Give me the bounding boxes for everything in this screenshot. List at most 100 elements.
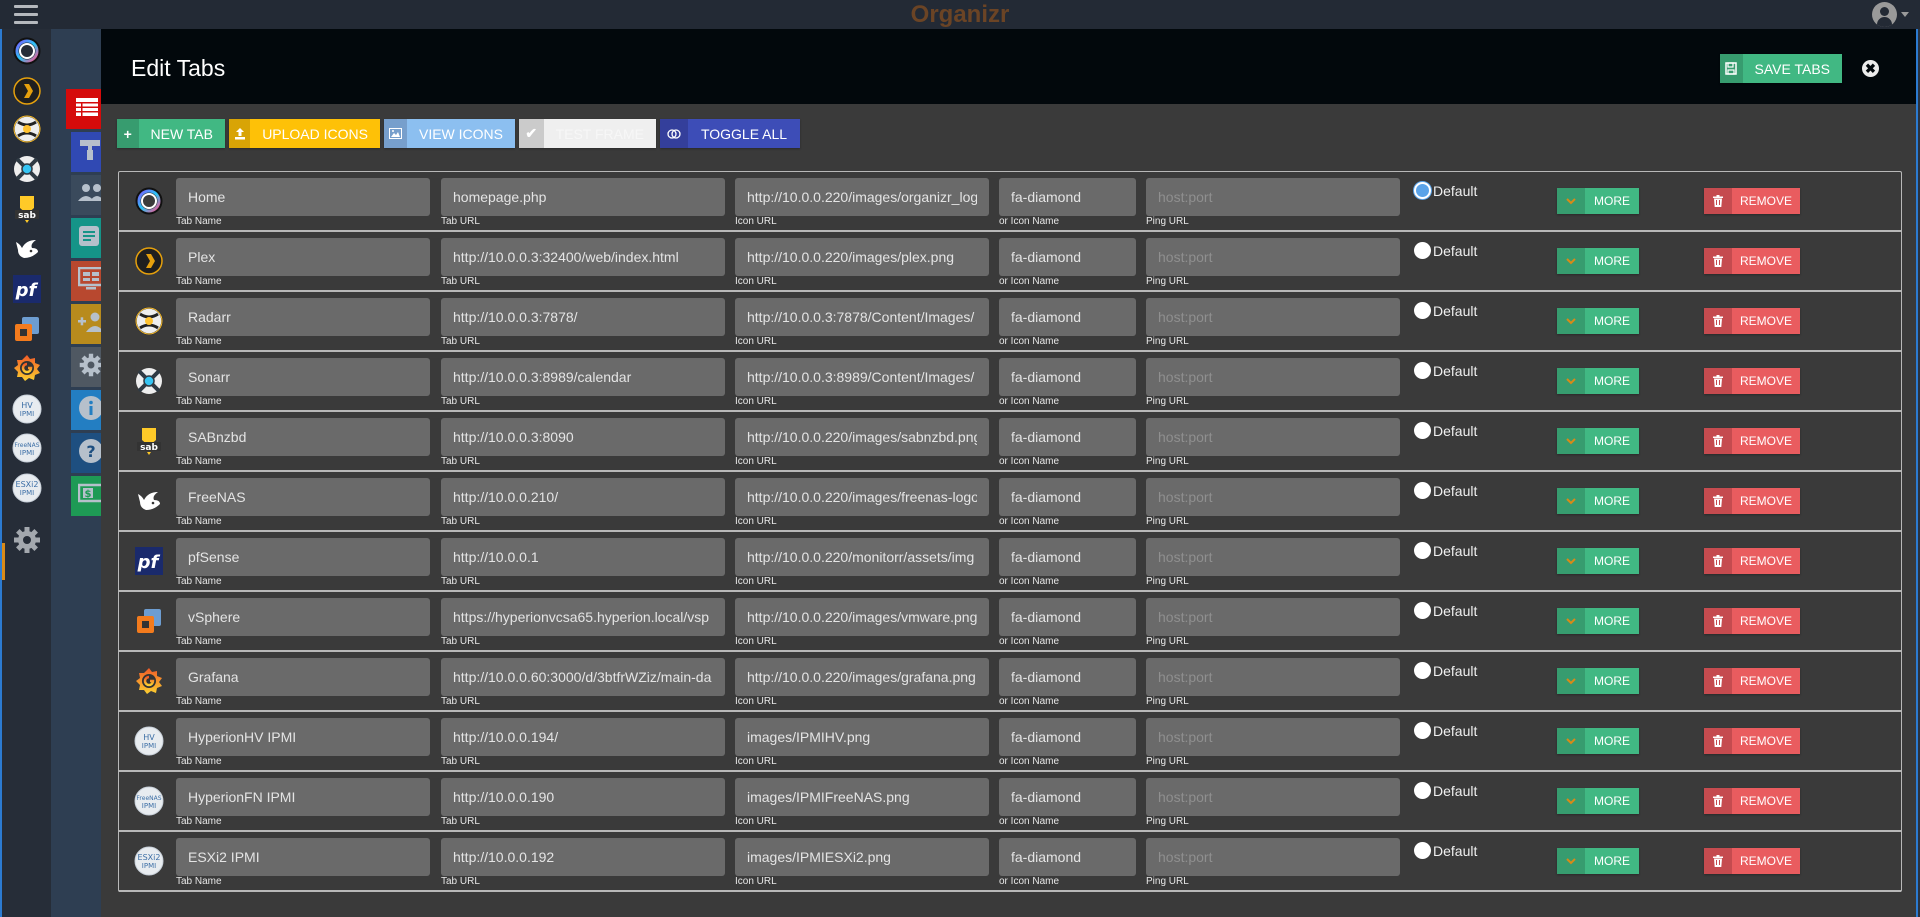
tab-url-input[interactable] <box>441 838 725 876</box>
icon-url-input[interactable] <box>735 418 989 456</box>
more-button[interactable]: MORE <box>1557 188 1639 214</box>
upload-icons-button[interactable]: UPLOAD ICONS <box>229 119 380 148</box>
tab-url-input[interactable] <box>441 418 725 456</box>
tab-url-input[interactable] <box>441 538 725 576</box>
icon-url-input[interactable] <box>735 778 989 816</box>
icon-url-input[interactable] <box>735 538 989 576</box>
save-tabs-button[interactable]: SAVE TABS <box>1720 54 1842 83</box>
remove-button[interactable]: REMOVE <box>1704 728 1800 754</box>
tab-url-input[interactable] <box>441 178 725 216</box>
default-radio[interactable]: Default <box>1414 302 1477 319</box>
ping-url-input[interactable] <box>1146 358 1400 396</box>
radio-button[interactable] <box>1414 302 1431 319</box>
icon-name-input[interactable] <box>999 238 1136 276</box>
sidebar-item-grafana[interactable] <box>11 354 43 386</box>
sidebar-item-vsphere[interactable] <box>11 315 43 347</box>
tab-name-input[interactable] <box>176 178 430 216</box>
tab-url-input[interactable] <box>441 238 725 276</box>
sidebar-item-settings[interactable] <box>11 526 43 558</box>
default-radio[interactable]: Default <box>1414 662 1477 679</box>
tab-url-input[interactable] <box>441 358 725 396</box>
icon-name-input[interactable] <box>999 598 1136 636</box>
ping-url-input[interactable] <box>1146 298 1400 336</box>
ping-url-input[interactable] <box>1146 178 1400 216</box>
remove-button[interactable]: REMOVE <box>1704 488 1800 514</box>
view-icons-button[interactable]: VIEW ICONS <box>384 119 515 148</box>
icon-name-input[interactable] <box>999 418 1136 456</box>
remove-button[interactable]: REMOVE <box>1704 248 1800 274</box>
default-radio[interactable]: Default <box>1414 782 1477 799</box>
radio-button[interactable] <box>1414 602 1431 619</box>
default-radio[interactable]: Default <box>1414 722 1477 739</box>
icon-url-input[interactable] <box>735 298 989 336</box>
sidebar-item-esxi2-ipmi[interactable]: ESXi2 IPMI <box>11 473 43 506</box>
radio-button[interactable] <box>1414 722 1431 739</box>
sidebar-item-radarr[interactable] <box>11 114 43 147</box>
default-radio[interactable]: Default <box>1414 422 1477 439</box>
radio-button[interactable] <box>1414 842 1431 859</box>
icon-url-input[interactable] <box>735 718 989 756</box>
remove-button[interactable]: REMOVE <box>1704 308 1800 334</box>
tab-name-input[interactable] <box>176 358 430 396</box>
tab-name-input[interactable] <box>176 538 430 576</box>
toggle-all-button[interactable]: TOGGLE ALL <box>660 119 800 148</box>
sidebar-item-pfsense[interactable]: pf <box>11 274 43 307</box>
sidebar-item-freenas[interactable] <box>11 235 43 267</box>
new-tab-button[interactable]: + NEW TAB <box>117 119 225 148</box>
remove-button[interactable]: REMOVE <box>1704 668 1800 694</box>
more-button[interactable]: MORE <box>1557 728 1639 754</box>
tab-url-input[interactable] <box>441 478 725 516</box>
ping-url-input[interactable] <box>1146 838 1400 876</box>
ping-url-input[interactable] <box>1146 598 1400 636</box>
close-icon[interactable]: ✖ <box>1862 60 1879 77</box>
tab-name-input[interactable] <box>176 298 430 336</box>
test-frame-button[interactable]: ✔ TEST FRAME <box>519 119 656 148</box>
more-button[interactable]: MORE <box>1557 548 1639 574</box>
icon-url-input[interactable] <box>735 658 989 696</box>
user-menu-button[interactable] <box>1872 2 1910 28</box>
ping-url-input[interactable] <box>1146 478 1400 516</box>
remove-button[interactable]: REMOVE <box>1704 188 1800 214</box>
radio-button[interactable] <box>1414 782 1431 799</box>
default-radio[interactable]: Default <box>1414 842 1477 859</box>
icon-name-input[interactable] <box>999 358 1136 396</box>
icon-url-input[interactable] <box>735 178 989 216</box>
tab-url-input[interactable] <box>441 298 725 336</box>
more-button[interactable]: MORE <box>1557 488 1639 514</box>
icon-name-input[interactable] <box>999 298 1136 336</box>
icon-name-input[interactable] <box>999 178 1136 216</box>
remove-button[interactable]: REMOVE <box>1704 548 1800 574</box>
more-button[interactable]: MORE <box>1557 308 1639 334</box>
more-button[interactable]: MORE <box>1557 848 1639 874</box>
tab-name-input[interactable] <box>176 718 430 756</box>
tab-name-input[interactable] <box>176 478 430 516</box>
more-button[interactable]: MORE <box>1557 248 1639 274</box>
tab-url-input[interactable] <box>441 778 725 816</box>
more-button[interactable]: MORE <box>1557 668 1639 694</box>
radio-button[interactable] <box>1414 182 1431 199</box>
more-button[interactable]: MORE <box>1557 368 1639 394</box>
remove-button[interactable]: REMOVE <box>1704 788 1800 814</box>
tab-name-input[interactable] <box>176 418 430 456</box>
icon-name-input[interactable] <box>999 718 1136 756</box>
tab-url-input[interactable] <box>441 658 725 696</box>
radio-button[interactable] <box>1414 242 1431 259</box>
ping-url-input[interactable] <box>1146 718 1400 756</box>
hamburger-menu-icon[interactable] <box>14 5 38 25</box>
icon-name-input[interactable] <box>999 778 1136 816</box>
radio-button[interactable] <box>1414 482 1431 499</box>
sidebar-item-hyperionhv-ipmi[interactable]: HV IPMI <box>11 394 43 427</box>
ping-url-input[interactable] <box>1146 778 1400 816</box>
default-radio[interactable]: Default <box>1414 182 1477 199</box>
more-button[interactable]: MORE <box>1557 608 1639 634</box>
sidebar-item-sabnzbd[interactable]: sab <box>11 195 43 227</box>
remove-button[interactable]: REMOVE <box>1704 848 1800 874</box>
tab-name-input[interactable] <box>176 778 430 816</box>
settings-tile-tabs-list[interactable] <box>66 89 101 129</box>
radio-button[interactable] <box>1414 362 1431 379</box>
remove-button[interactable]: REMOVE <box>1704 608 1800 634</box>
sidebar-item-plex[interactable] <box>11 76 43 109</box>
ping-url-input[interactable] <box>1146 658 1400 696</box>
icon-name-input[interactable] <box>999 838 1136 876</box>
icon-name-input[interactable] <box>999 538 1136 576</box>
